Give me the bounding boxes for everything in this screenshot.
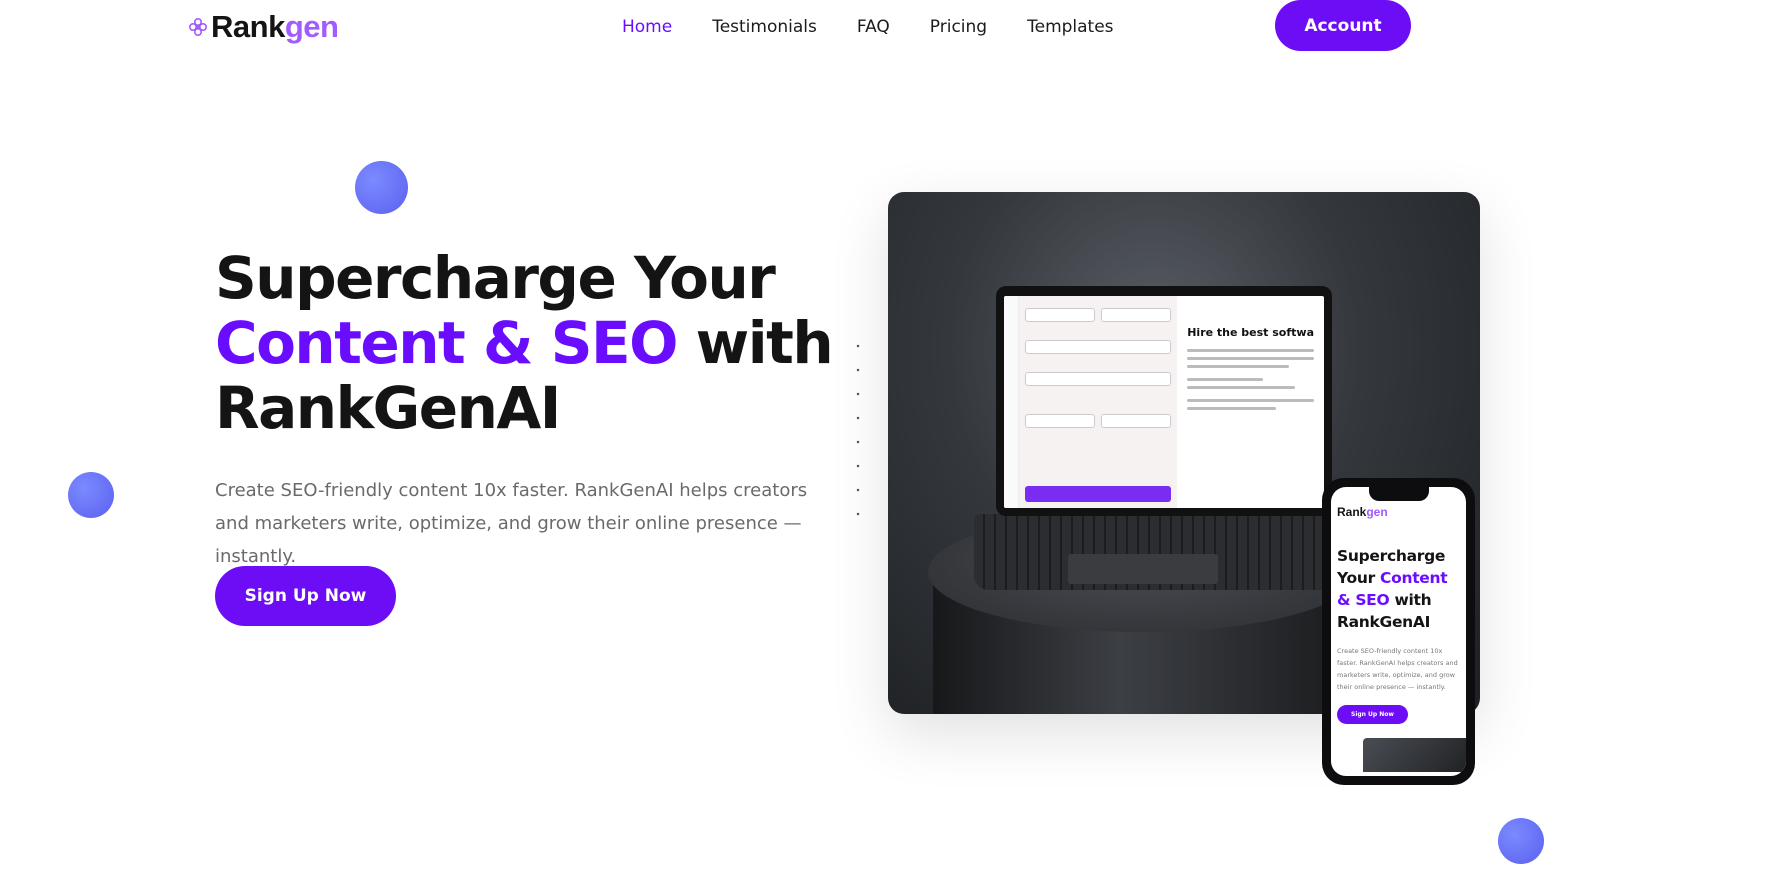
nav-testimonials[interactable]: Testimonials (712, 14, 817, 40)
app-generate-button (1025, 486, 1172, 502)
logo-flower-icon (188, 17, 208, 37)
nav-templates[interactable]: Templates (1027, 14, 1113, 40)
logo[interactable]: Rankgen (188, 8, 339, 46)
dot-grid-decoration (846, 334, 876, 534)
phone-sign-up-button: Sign Up Now (1337, 705, 1408, 724)
app-sidebar-rail (1004, 296, 1020, 508)
nav-faq[interactable]: FAQ (857, 14, 890, 40)
phone-hero-subtitle: Create SEO-friendly content 10x faster. … (1337, 647, 1458, 691)
laptop-screen: Hire the best softwa (996, 286, 1332, 516)
phone-hero-image (1363, 738, 1466, 772)
logo-wordmark: Rankgen (211, 9, 339, 44)
hero-subtitle: Create SEO-friendly content 10x faster. … (215, 480, 808, 567)
phone-mockup: Rankgen Supercharge Your Content & SEO w… (1322, 478, 1475, 785)
doc-title: Hire the best softwa (1187, 326, 1314, 339)
laptop-trackpad (1068, 554, 1218, 584)
nav-home[interactable]: Home (622, 14, 672, 40)
decor-dot (68, 472, 114, 518)
decor-dot (1498, 818, 1544, 864)
hero-title-line3: RankGenAI (215, 374, 561, 442)
hero-title-mid: with (676, 309, 834, 377)
sign-up-button[interactable]: Sign Up Now (215, 566, 396, 626)
phone-logo: Rankgen (1337, 505, 1388, 519)
main-nav: Home Testimonials FAQ Pricing Templates (622, 14, 1114, 40)
nav-pricing[interactable]: Pricing (930, 14, 987, 40)
hero-title: Supercharge Your Content & SEO with Rank… (215, 246, 855, 441)
app-form-panel (1019, 296, 1178, 508)
account-button[interactable]: Account (1275, 0, 1411, 51)
app-document-panel: Hire the best softwa (1177, 296, 1324, 508)
decor-dot (355, 161, 408, 214)
hero-title-accent: Content & SEO (215, 309, 678, 377)
hero-title-line1: Supercharge Your (215, 244, 776, 312)
phone-hero-title: Supercharge Your Content & SEO with Rank… (1337, 547, 1448, 631)
